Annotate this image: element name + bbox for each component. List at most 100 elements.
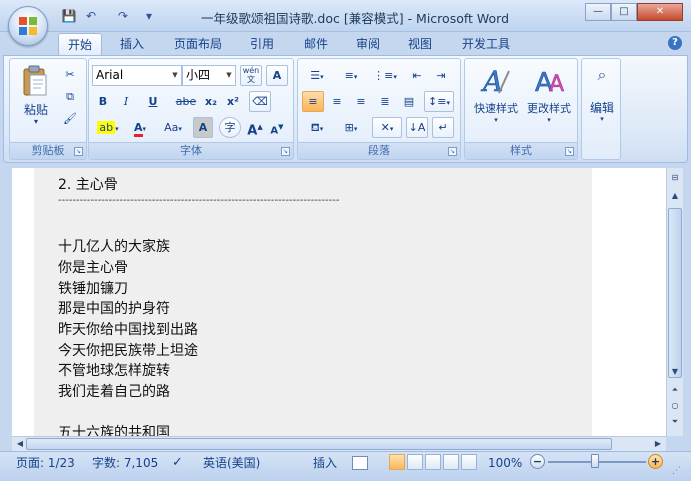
zoom-in-icon[interactable]: + [648,454,663,469]
print-layout-view-icon[interactable] [389,454,405,470]
border-icon: ⊞ [344,121,354,134]
scroll-right-icon[interactable]: ▶ [650,437,666,451]
highlight-button[interactable]: ab ▾ [93,117,123,138]
bold-button[interactable]: B [93,91,113,112]
document-page[interactable]: 2. 主心骨 ---------------------------------… [34,168,592,436]
next-page-icon[interactable]: ⏷ [667,414,683,430]
italic-button[interactable]: I [116,91,136,112]
quick-styles-icon: A [480,65,510,98]
dialog-launcher-icon[interactable]: ↘ [565,147,574,156]
help-icon[interactable]: ? [668,36,682,50]
tab-insert[interactable]: 插入 [110,33,154,55]
justify-button[interactable]: ≣ [374,91,396,112]
resize-grip-icon[interactable]: ⋰ [672,466,686,478]
tab-mailings[interactable]: 邮件 [296,33,336,55]
eraser-icon: ⌫ [252,95,268,108]
clear-formatting-button[interactable]: ⌫ [249,91,271,112]
vertical-scrollbar[interactable]: ⊟ ▲ ▼ ⏶ ○ ⏷ [666,168,683,436]
grow-font-button[interactable]: A▲ [245,117,265,138]
font-name-combo[interactable]: Arial ▼ [92,65,182,86]
char-shading-button[interactable]: A [193,117,213,138]
format-painter-icon[interactable]: 🖌 [60,108,80,129]
proofing-icon[interactable]: ✓ [172,455,183,471]
tab-developer[interactable]: 开发工具 [454,33,518,55]
dialog-launcher-icon[interactable]: ↘ [281,147,290,156]
word-count[interactable]: 字数: 7,105 [92,455,158,471]
undo-icon[interactable]: ↶ [82,8,100,24]
quick-styles-button[interactable]: A 快速样式 ▾ [471,63,521,127]
tab-home[interactable]: 开始 [58,33,102,55]
redo-icon[interactable]: ↷ [114,8,132,24]
align-right-button[interactable]: ≡ [350,91,372,112]
numbering-button[interactable]: ≡▾ [335,65,367,86]
decrease-indent-button[interactable]: ⇤ [406,65,428,86]
language-indicator[interactable]: 英语(美国) [203,455,260,471]
vertical-scroll-thumb[interactable] [668,208,682,378]
paragraph-group: ☰▾ ≡▾ ⋮≡▾ ⇤ ⇥ ≡ ≡ ≡ ≣ ▤ ↕≡▾ ⛾▾ ⊞▾ ✕▾ ↓A … [297,58,461,160]
chevron-down-icon[interactable]: ▼ [169,66,181,85]
superscript-button[interactable]: x² [223,91,243,112]
font-color-button[interactable]: A▾ [126,117,154,138]
phonetic-guide-button[interactable]: wén 文 [240,65,262,86]
close-button[interactable]: ✕ [637,3,683,21]
doc-line: 那是中国的护身符 [58,301,170,317]
document-area[interactable]: 2. 主心骨 ---------------------------------… [12,168,666,436]
macro-record-icon[interactable] [352,456,368,470]
outline-view-icon[interactable] [443,454,459,470]
char-border-button[interactable]: A [266,65,288,86]
tab-page-layout[interactable]: 页面布局 [166,33,230,55]
increase-indent-button[interactable]: ⇥ [430,65,452,86]
font-size-combo[interactable]: 小四 ▼ [182,65,236,86]
maximize-button[interactable]: □ [611,3,637,21]
insert-mode[interactable]: 插入 [313,455,337,471]
enclose-char-button[interactable]: 字 [219,117,241,138]
zoom-slider-thumb[interactable] [591,454,599,468]
chinese-layout-icon: ✕ [380,121,390,134]
strikethrough-button[interactable]: abe [173,91,199,112]
editing-group[interactable]: ⌕ 编辑 ▾ [581,58,621,160]
show-marks-button[interactable]: ↵ [432,117,454,138]
scroll-down-icon[interactable]: ▼ [667,364,683,380]
cut-icon[interactable]: ✂ [60,64,80,85]
sort-button[interactable]: ↓A [406,117,428,138]
horizontal-scrollbar[interactable]: ◀ ▶ [12,436,666,451]
scroll-up-icon[interactable]: ▲ [667,188,683,204]
subscript-button[interactable]: x₂ [201,91,221,112]
multilevel-list-button[interactable]: ⋮≡▾ [369,65,401,86]
doc-line: 你是主心骨 [58,260,128,276]
ruler-toggle-icon[interactable]: ⊟ [667,170,683,186]
shading-button[interactable]: ⛾▾ [302,117,332,138]
paste-button[interactable] [20,65,50,105]
chevron-down-icon[interactable]: ▼ [223,66,235,85]
line-spacing-button[interactable]: ↕≡▾ [424,91,454,112]
zoom-out-icon[interactable]: − [530,454,545,469]
shrink-font-button[interactable]: A▼ [267,117,287,138]
distributed-button[interactable]: ▤ [398,91,420,112]
chinese-layout-button[interactable]: ✕▾ [372,117,402,138]
previous-page-icon[interactable]: ⏶ [667,382,683,398]
draft-view-icon[interactable] [461,454,477,470]
bullets-button[interactable]: ☰▾ [301,65,333,86]
dialog-launcher-icon[interactable]: ↘ [74,147,83,156]
minimize-button[interactable]: — [585,3,611,21]
web-layout-view-icon[interactable] [425,454,441,470]
full-screen-reading-view-icon[interactable] [407,454,423,470]
align-center-button[interactable]: ≡ [326,91,348,112]
change-case-button[interactable]: Aa▾ [159,117,187,138]
borders-button[interactable]: ⊞▾ [336,117,366,138]
tab-review[interactable]: 审阅 [348,33,388,55]
dialog-launcher-icon[interactable]: ↘ [448,147,457,156]
zoom-level[interactable]: 100% [488,455,522,471]
office-button[interactable] [8,6,48,46]
browse-object-icon[interactable]: ○ [667,398,683,414]
underline-button[interactable]: U [139,91,167,112]
save-icon[interactable]: 💾 [60,8,78,24]
align-left-button[interactable]: ≡ [302,91,324,112]
paste-dropdown-icon[interactable]: ▾ [16,117,56,126]
horizontal-scroll-thumb[interactable] [26,438,612,450]
tab-view[interactable]: 视图 [400,33,440,55]
copy-icon[interactable]: ⧉ [60,86,80,107]
tab-references[interactable]: 引用 [242,33,282,55]
change-styles-button[interactable]: A A 更改样式 ▾ [523,63,575,127]
page-count[interactable]: 页面: 1/23 [16,455,75,471]
